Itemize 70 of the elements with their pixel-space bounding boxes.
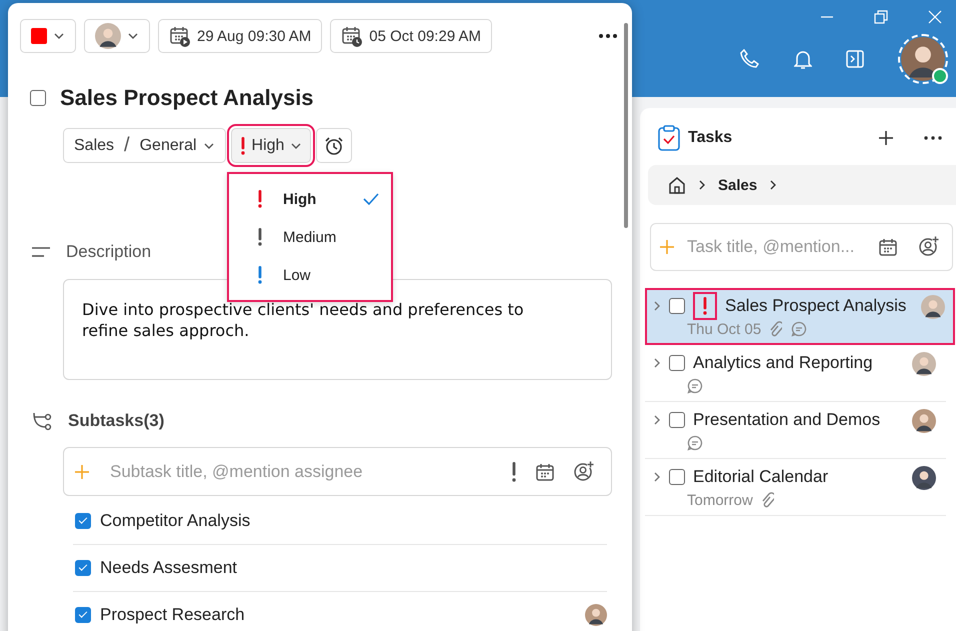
subtask-checkbox[interactable]	[75, 513, 91, 529]
subtasks-icon	[32, 411, 52, 431]
task-checkbox[interactable]	[669, 469, 685, 485]
calendar-play-icon	[169, 25, 191, 47]
calendar-icon[interactable]	[535, 462, 555, 482]
assignee-button[interactable]	[84, 19, 150, 53]
chevron-right-icon	[698, 180, 706, 190]
calendar-clock-icon	[341, 25, 364, 47]
reminder-button[interactable]	[316, 128, 352, 163]
task-title: Presentation and Demos	[693, 410, 880, 430]
project-section-button[interactable]: Sales / General	[63, 128, 226, 163]
close-icon[interactable]	[928, 10, 942, 24]
expand-chevron-icon[interactable]	[653, 471, 661, 483]
expand-chevron-icon[interactable]	[653, 414, 661, 426]
task-title: Sales Prospect Analysis	[725, 296, 906, 316]
task-row[interactable]: Presentation and Demos	[645, 402, 946, 459]
expand-chevron-icon[interactable]	[653, 300, 661, 312]
profile-avatar[interactable]	[898, 34, 948, 84]
exclamation-icon	[240, 136, 246, 154]
exclamation-icon	[257, 228, 263, 246]
exclamation-icon	[257, 266, 263, 284]
task-checkbox[interactable]	[30, 90, 46, 106]
due-date: Tomorrow	[687, 492, 753, 508]
bell-icon[interactable]	[794, 49, 812, 69]
subtask-checkbox[interactable]	[75, 607, 91, 623]
task-title: Editorial Calendar	[693, 467, 828, 487]
priority-option[interactable]: High	[229, 180, 391, 218]
due-date: Thu Oct 05	[687, 320, 762, 338]
task-title: Sales Prospect Analysis	[60, 85, 314, 111]
calendar-icon[interactable]	[878, 237, 898, 257]
add-person-icon[interactable]	[573, 460, 595, 482]
panel-title: Tasks	[688, 129, 734, 147]
more-icon[interactable]	[924, 136, 942, 140]
side-panel-icon[interactable]	[846, 50, 864, 68]
subtask-entry-box[interactable]: Subtask title, @mention assignee	[63, 447, 612, 496]
add-icon[interactable]	[878, 130, 894, 146]
description-label: Description	[66, 242, 152, 262]
task-row[interactable]: Sales Prospect Analysis Thu Oct 05	[645, 288, 955, 345]
task-checkbox[interactable]	[669, 355, 685, 371]
add-person-icon[interactable]	[918, 236, 940, 258]
task-checkbox[interactable]	[669, 412, 685, 428]
priority-option[interactable]: Medium	[229, 218, 391, 256]
task-entry-box[interactable]: Task title, @mention...	[650, 223, 953, 271]
chevron-right-icon	[769, 180, 778, 190]
home-icon[interactable]	[668, 176, 686, 194]
exclamation-icon	[257, 190, 263, 208]
breadcrumb-link[interactable]: Sales	[718, 176, 758, 194]
due-date-button[interactable]: 05 Oct 09:29 AM	[330, 19, 492, 53]
color-flag-button[interactable]	[20, 19, 76, 53]
task-title: Analytics and Reporting	[693, 353, 873, 373]
subtask-title: Prospect Research	[100, 605, 246, 625]
plus-icon	[74, 464, 90, 480]
checkmark-icon	[363, 193, 379, 205]
task-row[interactable]: Analytics and Reporting	[645, 345, 946, 402]
restore-icon[interactable]	[874, 10, 888, 24]
text-lines-icon	[32, 246, 50, 258]
start-date-button[interactable]: 29 Aug 09:30 AM	[158, 19, 322, 53]
task-row[interactable]: Editorial Calendar Tomorrow	[645, 459, 946, 516]
expand-chevron-icon[interactable]	[653, 357, 661, 369]
subtasks-heading: Subtasks(3)	[68, 411, 164, 431]
more-icon[interactable]	[598, 33, 618, 39]
subtask-checkbox[interactable]	[75, 560, 91, 576]
priority-icon	[511, 462, 517, 482]
task-checkbox[interactable]	[669, 298, 685, 314]
plus-icon	[659, 239, 675, 255]
alarm-clock-icon	[324, 136, 344, 156]
phone-icon[interactable]	[740, 49, 760, 69]
subtask-title: Needs Assesment	[100, 558, 238, 578]
clipboard-icon	[658, 125, 680, 151]
subtask-title: Competitor Analysis	[100, 511, 252, 531]
